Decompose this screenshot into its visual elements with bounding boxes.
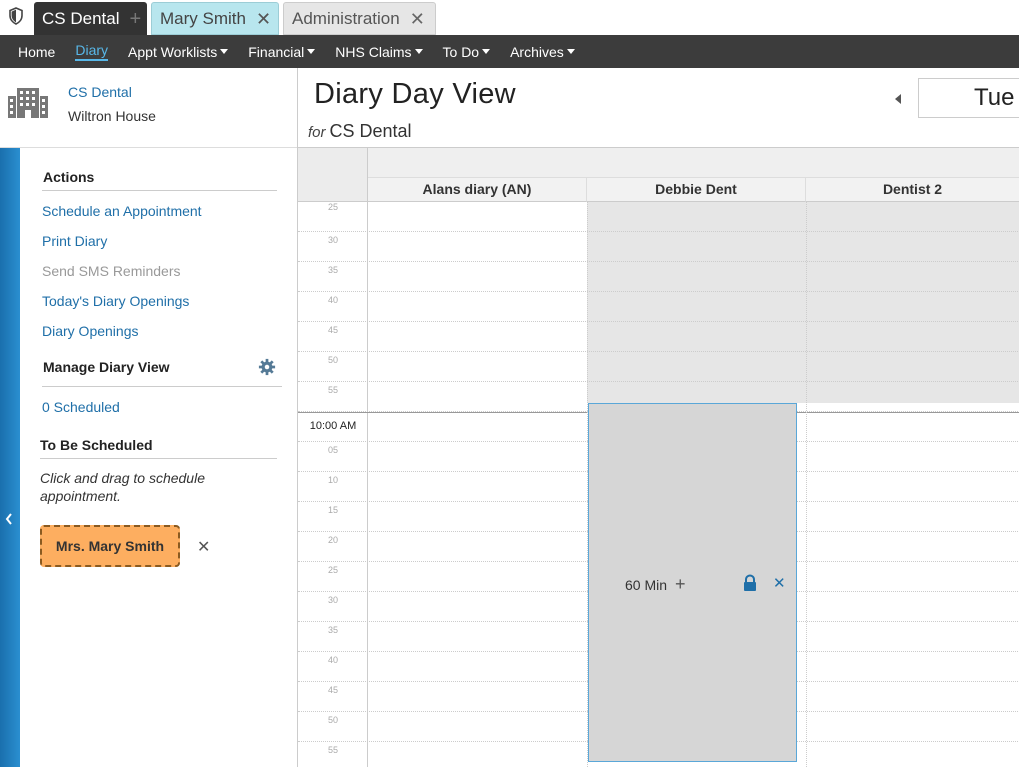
caret-down-icon	[482, 49, 491, 54]
previous-day-icon[interactable]	[895, 94, 901, 104]
nav-home[interactable]: Home	[18, 44, 55, 60]
time-label: 30	[327, 235, 338, 245]
time-slot-row[interactable]: 30	[298, 232, 1019, 262]
gear-icon[interactable]	[258, 358, 276, 376]
divider	[42, 190, 277, 191]
date-display[interactable]: Tue	[918, 78, 1019, 118]
time-label: 50	[327, 715, 338, 725]
remove-patient-icon[interactable]: ✕	[197, 537, 210, 557]
nav-label: To Do	[442, 43, 480, 60]
duration-label: 60 Min	[625, 576, 668, 593]
time-label: 20	[327, 535, 338, 545]
schedule-appointment-link[interactable]: Schedule an Appointment	[42, 203, 202, 219]
caret-down-icon	[307, 49, 316, 54]
time-label: 35	[327, 265, 338, 275]
tab-label: Mary Smith	[160, 8, 246, 28]
tab-label: CS Dental	[42, 8, 120, 28]
column-header-debbie-dent: Debbie Dent	[587, 178, 806, 202]
divider	[40, 458, 277, 459]
time-column-header	[298, 148, 368, 202]
time-label: 25	[327, 565, 338, 575]
time-label: 55	[327, 745, 338, 755]
time-label: 35	[327, 625, 338, 635]
diary-grid: Alans diary (AN) Debbie Dent Dentist 2 2…	[297, 148, 1019, 767]
drag-hint-text: Click and drag to schedule appointment.	[40, 470, 205, 504]
to-be-scheduled-heading: To Be Scheduled	[40, 437, 153, 453]
caret-down-icon	[414, 49, 423, 54]
for-label: for	[308, 124, 326, 141]
nav-nhs-claims[interactable]: NHS Claims	[335, 43, 423, 60]
close-icon[interactable]: ✕	[256, 10, 271, 28]
time-label: 55	[327, 385, 338, 395]
time-label: 45	[327, 685, 338, 695]
tab-cs-dental[interactable]: CS Dental +	[34, 2, 147, 35]
nav-appt-worklists[interactable]: Appt Worklists	[128, 43, 229, 60]
time-slot-row[interactable]: 50	[298, 352, 1019, 382]
manage-diary-view-heading: Manage Diary View	[43, 359, 170, 375]
plus-icon[interactable]: +	[675, 574, 686, 595]
nav-label: Archives	[510, 43, 564, 60]
time-label: 45	[327, 325, 338, 335]
main-nav: Home Diary Appt Worklists Financial NHS …	[0, 35, 1019, 68]
grid-header-bar	[298, 148, 1019, 178]
page-header: Diary Day View for CS Dental Tue	[297, 68, 1019, 148]
time-label: 50	[327, 355, 338, 365]
time-label: 40	[327, 295, 338, 305]
nav-label: NHS Claims	[335, 43, 412, 60]
time-label: 25	[327, 202, 338, 212]
nav-to-do[interactable]: To Do	[443, 44, 491, 60]
time-label: 40	[327, 655, 338, 665]
close-icon[interactable]: ✕	[773, 574, 786, 592]
patient-chip[interactable]: Mrs. Mary Smith	[40, 525, 180, 567]
tab-strip: CS Dental + Mary Smith ✕ Administration …	[0, 0, 1019, 35]
lock-icon[interactable]	[742, 574, 758, 592]
column-divider	[806, 202, 807, 767]
side-panel: Actions Schedule an Appointment Print Di…	[20, 148, 297, 767]
practice-name-link[interactable]: CS Dental	[68, 84, 132, 100]
time-label: 05	[327, 445, 338, 455]
collapse-panel-strip[interactable]	[0, 148, 20, 767]
shield-icon	[9, 7, 23, 25]
close-icon[interactable]: ✕	[410, 10, 425, 28]
building-icon	[8, 88, 48, 118]
time-slot-row[interactable]: 40	[298, 292, 1019, 322]
nav-archives[interactable]: Archives	[510, 44, 575, 60]
actions-heading: Actions	[43, 169, 95, 185]
time-label: 10	[327, 475, 338, 485]
time-label: 30	[327, 595, 338, 605]
print-diary-link[interactable]: Print Diary	[42, 233, 107, 249]
plus-icon[interactable]: +	[129, 9, 141, 29]
appointment-block[interactable]: 60 Min + ✕	[588, 403, 797, 762]
tab-label: Administration	[292, 8, 400, 28]
scheduled-count-link[interactable]: 0 Scheduled	[42, 399, 120, 415]
time-label: 10:00 AM	[309, 420, 357, 432]
nav-financial[interactable]: Financial	[248, 43, 316, 60]
column-header-alans-diary: Alans diary (AN)	[368, 178, 587, 202]
practice-address: Wiltron House	[68, 108, 156, 124]
nav-label: Financial	[248, 43, 305, 60]
time-label: 15	[327, 505, 338, 515]
divider	[42, 386, 282, 387]
page-subtitle: for CS Dental	[308, 121, 412, 142]
caret-down-icon	[566, 49, 575, 54]
diary-openings-link[interactable]: Diary Openings	[42, 323, 139, 339]
caret-down-icon	[220, 49, 229, 54]
practice-header: CS Dental Wiltron House	[0, 68, 297, 148]
nav-diary[interactable]: Diary	[75, 42, 109, 61]
practice-label: CS Dental	[329, 121, 412, 141]
page-title: Diary Day View	[314, 78, 516, 110]
time-slot-row[interactable]: 35	[298, 262, 1019, 292]
block-duration: 60 Min +	[625, 574, 686, 595]
todays-diary-openings-link[interactable]: Today's Diary Openings	[42, 293, 189, 309]
nav-label: Appt Worklists	[128, 43, 218, 60]
send-sms-reminders-link: Send SMS Reminders	[42, 263, 181, 279]
tab-administration[interactable]: Administration ✕	[283, 2, 436, 35]
time-slot-row[interactable]: 25	[298, 202, 1019, 232]
tab-mary-smith[interactable]: Mary Smith ✕	[151, 2, 279, 35]
time-slot-row[interactable]: 45	[298, 322, 1019, 352]
column-header-dentist-2: Dentist 2	[806, 178, 1019, 202]
chevron-left-icon	[5, 513, 12, 525]
